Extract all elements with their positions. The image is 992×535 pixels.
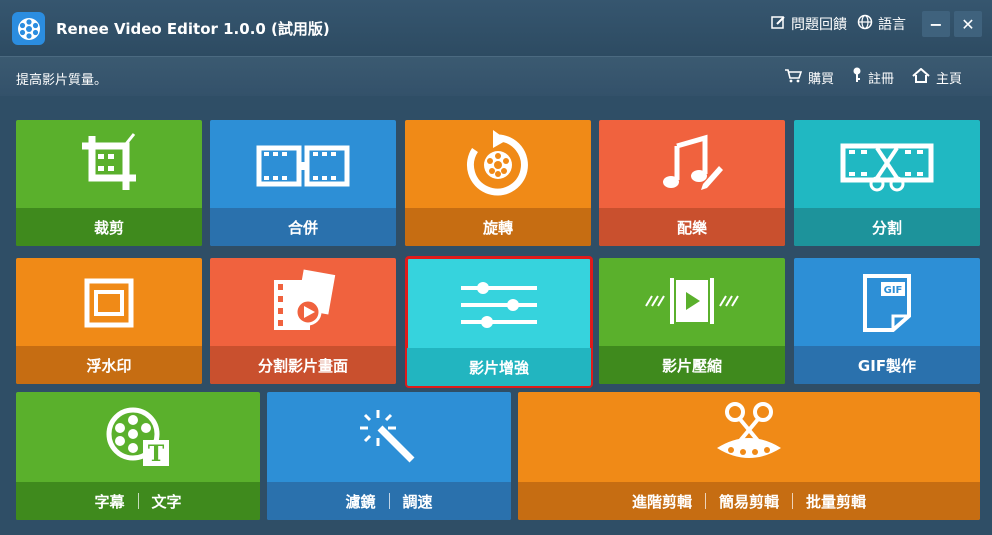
rotate-tile[interactable]: 旋轉	[405, 120, 591, 246]
minimize-button[interactable]: −	[922, 11, 950, 37]
sliders-icon	[459, 280, 539, 334]
close-button[interactable]: ✕	[954, 11, 982, 37]
hint-text: 提高影片質量。	[16, 73, 108, 88]
gif-label: GIF製作	[794, 346, 980, 384]
filter-speed-tile[interactable]: 濾鏡 調速	[267, 392, 511, 520]
music-label: 配樂	[599, 208, 785, 246]
key-icon	[852, 67, 862, 87]
merge-label: 合併	[210, 208, 396, 246]
language-button[interactable]: 語言	[857, 14, 906, 34]
subtitle-label[interactable]: 字幕	[90, 491, 128, 512]
language-label: 語言	[878, 17, 906, 33]
simple-edit-label[interactable]: 簡易剪輯	[715, 491, 783, 512]
feedback-button[interactable]: 問題回饋	[771, 14, 847, 34]
gif-tile[interactable]: GIF GIF製作	[794, 258, 980, 384]
scissors-film-icon	[839, 138, 935, 198]
crop-label: 裁剪	[16, 208, 202, 246]
edit-tools-tile[interactable]: 進階剪輯 簡易剪輯 批量剪輯	[518, 392, 980, 520]
separator	[137, 493, 139, 509]
rotate-label: 旋轉	[405, 208, 591, 246]
globe-icon	[857, 14, 873, 34]
subtitle-text-tile[interactable]: T 字幕 文字	[16, 392, 260, 520]
app-title: Renee Video Editor 1.0.0 (試用版)	[56, 20, 330, 38]
split-screen-label: 分割影片畫面	[210, 346, 396, 384]
split-tile[interactable]: 分割	[794, 120, 980, 246]
split-screen-icon	[268, 268, 338, 338]
register-label: 註冊	[867, 71, 894, 87]
rotate-icon	[463, 130, 533, 200]
separator	[704, 493, 706, 509]
watermark-label: 浮水印	[16, 346, 202, 384]
enhance-label: 影片增強	[407, 348, 591, 386]
separator	[792, 493, 793, 509]
watermark-icon	[84, 278, 134, 332]
gif-file-icon: GIF	[861, 272, 913, 338]
crop-tile[interactable]: 裁剪	[16, 120, 202, 246]
compress-tile[interactable]: 影片壓縮	[599, 258, 785, 384]
music-tile[interactable]: 配樂	[599, 120, 785, 246]
gif-icon-text: GIF	[884, 285, 903, 296]
sub-bar: 提高影片質量。 購買 註冊 主頁	[0, 56, 992, 96]
compress-icon	[642, 276, 742, 330]
cart-icon	[784, 68, 803, 87]
register-button[interactable]: 註冊	[852, 67, 894, 87]
compress-label: 影片壓縮	[599, 346, 785, 384]
svg-text:T: T	[148, 441, 165, 467]
buy-label: 購買	[807, 71, 834, 87]
advanced-edit-label[interactable]: 進階剪輯	[628, 491, 696, 512]
feedback-label: 問題回饋	[791, 17, 847, 33]
merge-tile[interactable]: 合併	[210, 120, 396, 246]
watermark-tile[interactable]: 浮水印	[16, 258, 202, 384]
edit-icon	[771, 15, 786, 34]
speed-label[interactable]: 調速	[399, 491, 437, 512]
text-label[interactable]: 文字	[148, 491, 186, 512]
music-note-icon	[657, 134, 727, 198]
filter-label[interactable]: 濾鏡	[341, 491, 379, 512]
home-icon	[912, 67, 930, 87]
scissors-reel-icon	[709, 402, 789, 472]
split-label: 分割	[794, 208, 980, 246]
separator	[388, 493, 390, 509]
title-bar: Renee Video Editor 1.0.0 (試用版) 問題回饋 語言 −…	[0, 0, 992, 56]
buy-button[interactable]: 購買	[784, 67, 834, 87]
split-screen-tile[interactable]: 分割影片畫面	[210, 258, 396, 384]
app-logo-icon	[12, 12, 45, 45]
enhance-tile[interactable]: 影片增強	[405, 256, 593, 388]
film-merge-icon	[255, 140, 351, 196]
magic-wand-icon	[356, 406, 422, 470]
subtitle-film-icon: T	[103, 404, 173, 474]
batch-edit-label[interactable]: 批量剪輯	[802, 491, 870, 512]
crop-icon	[74, 132, 144, 196]
home-label: 主頁	[935, 71, 962, 87]
home-button[interactable]: 主頁	[912, 67, 962, 87]
